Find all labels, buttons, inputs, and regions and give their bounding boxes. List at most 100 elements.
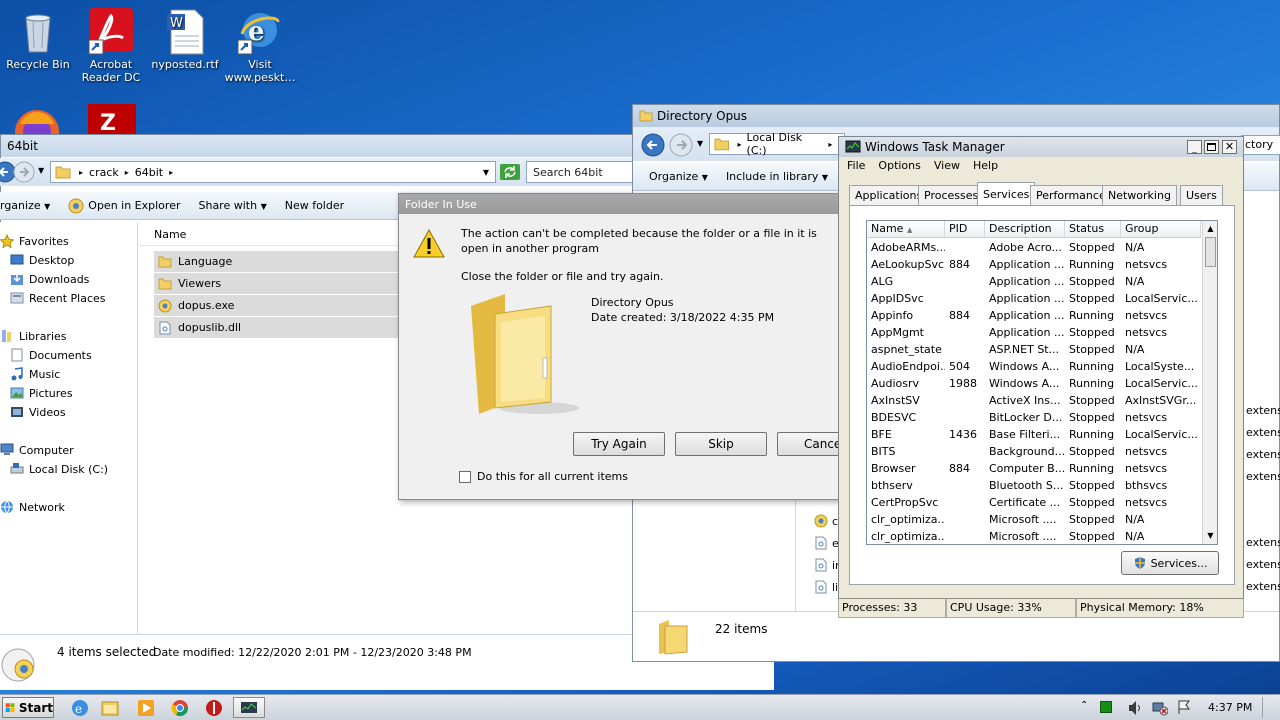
file-row[interactable]: dopuslib.dll <box>154 317 398 338</box>
file-row[interactable]: Language <box>154 251 398 272</box>
column-header-description[interactable]: Description <box>985 221 1065 237</box>
firefox-icon[interactable] <box>12 104 62 134</box>
do-this-for-all-checkbox[interactable] <box>459 471 471 483</box>
organize-button[interactable]: rganize ▼ <box>0 199 50 212</box>
stop-sign-icon[interactable] <box>204 698 224 718</box>
chevron-down-icon[interactable]: ▼ <box>38 166 44 175</box>
minimize-button[interactable]: _ <box>1187 140 1202 154</box>
scrollbar-thumb[interactable] <box>1205 237 1216 267</box>
dopus-titlebar[interactable]: Directory Opus <box>633 105 1279 127</box>
scroll-down-icon[interactable]: ▼ <box>1203 528 1217 544</box>
table-row[interactable]: Browser 884 Computer B... Running netsvcs <box>867 460 1201 477</box>
table-row[interactable]: BITS Background... Stopped netsvcs <box>867 443 1201 460</box>
table-row[interactable]: AeLookupSvc 884 Application ... Running nets… <box>867 256 1201 273</box>
tab-users[interactable]: Users <box>1180 185 1223 205</box>
network-tray-icon[interactable] <box>1152 700 1168 716</box>
table-row[interactable]: ALG Application ... Stopped N/A <box>867 273 1201 290</box>
column-header-name[interactable]: Name ▲ <box>867 221 945 237</box>
nav-documents[interactable]: Documents <box>10 346 92 364</box>
back-arrow-icon[interactable] <box>641 133 665 157</box>
tray-expand-icon[interactable]: ⌃ <box>1080 700 1088 711</box>
column-header-name[interactable]: Name <box>140 224 398 246</box>
scroll-up-icon[interactable]: ▲ <box>1203 221 1217 237</box>
task-manager-titlebar[interactable]: Windows Task Manager <box>839 137 1243 157</box>
chevron-down-icon[interactable]: ▼ <box>697 139 703 148</box>
table-row[interactable]: aspnet_state ASP.NET St... Stopped N/A <box>867 341 1201 358</box>
table-row[interactable]: Appinfo 884 Application ... Running netsvcs <box>867 307 1201 324</box>
new-folder-button[interactable]: New folder <box>285 199 344 212</box>
menu-file[interactable]: File <box>847 159 865 172</box>
forward-arrow-icon[interactable] <box>669 133 693 157</box>
close-button[interactable]: ✕ <box>1222 140 1237 154</box>
table-row[interactable]: CertPropSvc Certificate ... Stopped netsvcs <box>867 494 1201 511</box>
include-in-library-button[interactable]: Include in library ▼ <box>726 170 828 183</box>
chrome-icon[interactable] <box>170 698 190 718</box>
table-row[interactable]: bthserv Bluetooth S... Stopped bthsvcs <box>867 477 1201 494</box>
nav-videos[interactable]: Videos <box>10 403 66 421</box>
breadcrumb-item[interactable]: crack <box>89 166 119 179</box>
desktop-icon-nyposted[interactable]: W nyposted.rtf <box>147 8 223 71</box>
table-row[interactable]: AudioEndpoi... 504 Windows A... Running Loca… <box>867 358 1201 375</box>
desktop-icon-visit-site[interactable]: e Visit www.peskt… <box>222 8 298 84</box>
menu-view[interactable]: View <box>934 159 960 172</box>
skip-button[interactable]: Skip <box>675 432 767 456</box>
nav-recent-places[interactable]: Recent Places <box>10 289 106 307</box>
file-row[interactable]: Viewers <box>154 273 398 294</box>
desktop-icon-recycle-bin[interactable]: Recycle Bin <box>0 8 76 71</box>
file-row[interactable]: dopus.exe <box>154 295 398 316</box>
nav-network[interactable]: Network <box>0 498 65 516</box>
table-row[interactable]: AdobeARMs... Adobe Acro... Stopped N/A <box>867 239 1201 256</box>
column-header-status[interactable]: Status <box>1065 221 1121 237</box>
tray-app-icon[interactable] <box>1100 701 1112 713</box>
table-row[interactable]: BDESVC BitLocker D... Stopped netsvcs <box>867 409 1201 426</box>
dialog-titlebar[interactable]: Folder In Use <box>399 194 839 214</box>
explorer-titlebar[interactable]: 64bit <box>1 135 635 157</box>
refresh-icon[interactable] <box>500 164 520 180</box>
speaker-icon[interactable] <box>1128 700 1142 716</box>
nav-favorites[interactable]: Favorites <box>0 232 69 250</box>
nav-libraries[interactable]: Libraries <box>0 327 67 345</box>
tab-services[interactable]: Services <box>977 182 1036 206</box>
menu-help[interactable]: Help <box>973 159 998 172</box>
task-manager-taskbar-button[interactable] <box>233 697 265 718</box>
share-with-button[interactable]: Share with ▼ <box>198 199 266 212</box>
file-explorer-icon[interactable] <box>100 698 120 718</box>
media-player-icon[interactable] <box>136 698 156 718</box>
dopus-address-bar[interactable]: ▸ Local Disk (C:) ▸ P <box>709 131 845 157</box>
scrollbar[interactable]: ▲ ▼ <box>1202 221 1217 544</box>
action-center-flag-icon[interactable] <box>1176 699 1192 715</box>
nav-desktop[interactable]: Desktop <box>10 251 74 269</box>
table-row[interactable]: Audiosrv 1988 Windows A... Running LocalServ… <box>867 375 1201 392</box>
clock[interactable]: 4:37 PM <box>1208 701 1252 714</box>
try-again-button[interactable]: Try Again <box>573 432 665 456</box>
address-dropdown-icon[interactable]: ▼ <box>483 168 489 177</box>
tab-networking[interactable]: Networking <box>1102 185 1177 205</box>
tab-processes[interactable]: Processes <box>918 185 985 205</box>
maximize-button[interactable] <box>1204 140 1219 154</box>
table-row[interactable]: AppIDSvc Application ... Stopped LocalServi… <box>867 290 1201 307</box>
breadcrumb-item[interactable]: 64bit <box>135 166 163 179</box>
start-button[interactable]: Start <box>2 697 54 718</box>
desktop-icon-acrobat[interactable]: Acrobat Reader DC <box>73 8 149 84</box>
nav-pictures[interactable]: Pictures <box>10 384 73 402</box>
address-bar[interactable]: ▸ crack ▸ 64bit ▸ ▼ <box>50 161 496 183</box>
services-button[interactable]: Services... <box>1121 551 1219 575</box>
column-header-pid[interactable]: PID <box>945 221 985 237</box>
table-row[interactable]: clr_optimiza... Microsoft .... Stopped N/A <box>867 528 1201 544</box>
internet-explorer-icon[interactable]: e <box>70 698 90 718</box>
forward-arrow-icon[interactable] <box>13 161 35 183</box>
table-row[interactable]: BFE 1436 Base Filteri... Running LocalServic… <box>867 426 1201 443</box>
nav-downloads[interactable]: Downloads <box>10 270 89 288</box>
nav-computer[interactable]: Computer <box>0 441 74 459</box>
table-row[interactable]: clr_optimiza... Microsoft .... Stopped N/A <box>867 511 1201 528</box>
menu-options[interactable]: Options <box>878 159 920 172</box>
search-input[interactable]: Search 64bit <box>526 161 636 183</box>
table-row[interactable]: AppMgmt Application ... Stopped netsvcs <box>867 324 1201 341</box>
nav-local-disk[interactable]: Local Disk (C:) <box>10 460 108 478</box>
organize-button[interactable]: Organize ▼ <box>649 170 708 183</box>
cancel-button[interactable]: Cance <box>777 432 841 456</box>
nav-music[interactable]: Music <box>10 365 60 383</box>
tab-applications[interactable]: Applications <box>849 185 929 205</box>
filezilla-icon[interactable]: Z <box>88 104 136 134</box>
dopus-search-input[interactable]: ctory C <box>1241 135 1280 155</box>
